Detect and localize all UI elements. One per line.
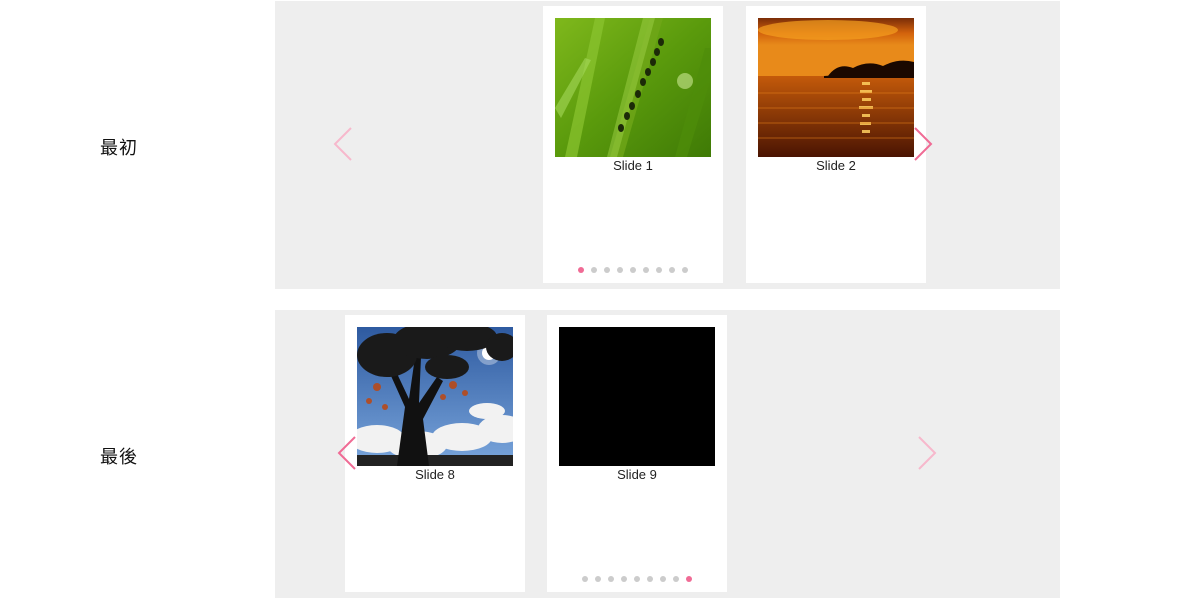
- next-arrow-button[interactable]: [911, 126, 933, 162]
- prev-arrow-button[interactable]: [333, 126, 355, 162]
- pagination-dot[interactable]: [604, 267, 610, 273]
- pagination-dot[interactable]: [578, 267, 584, 273]
- pagination-dot[interactable]: [643, 267, 649, 273]
- slide-image: [555, 18, 711, 157]
- chevron-left-icon: [333, 127, 352, 161]
- pagination-dot[interactable]: [682, 267, 688, 273]
- pagination-dot[interactable]: [595, 576, 601, 582]
- pagination-dot[interactable]: [656, 267, 662, 273]
- carousel-stage: Slide 1 Slide 2: [275, 1, 1060, 289]
- pagination-dot[interactable]: [608, 576, 614, 582]
- next-arrow-button[interactable]: [915, 435, 937, 471]
- carousel-row-first: 最初 Slide 1 Slide 2: [0, 0, 1200, 290]
- pagination-dot[interactable]: [582, 576, 588, 582]
- carousel-row-last: 最後 Slide 8 Slide 9: [0, 309, 1200, 599]
- slide-caption: Slide 2: [816, 158, 856, 173]
- pagination-dot[interactable]: [686, 576, 692, 582]
- slide-card[interactable]: Slide 1: [543, 6, 723, 283]
- row-label-first: 最初: [100, 138, 138, 158]
- pagination-dots: [543, 267, 723, 275]
- slide-card[interactable]: Slide 2: [746, 6, 926, 283]
- slide-card[interactable]: Slide 9: [547, 315, 727, 592]
- slide-image: [758, 18, 914, 157]
- pagination-dot[interactable]: [630, 267, 636, 273]
- carousel-stage: Slide 8 Slide 9: [275, 310, 1060, 598]
- pagination-dot[interactable]: [647, 576, 653, 582]
- slide-caption: Slide 9: [617, 467, 657, 482]
- pagination-dot[interactable]: [669, 267, 675, 273]
- pagination-dot[interactable]: [621, 576, 627, 582]
- pagination-dot[interactable]: [617, 267, 623, 273]
- slide-image: [357, 327, 513, 466]
- pagination-dot[interactable]: [591, 267, 597, 273]
- pagination-dot[interactable]: [634, 576, 640, 582]
- chevron-left-icon: [337, 436, 356, 470]
- pagination-dots: [547, 576, 727, 584]
- pagination-dot[interactable]: [673, 576, 679, 582]
- slide-image: [559, 327, 715, 466]
- prev-arrow-button[interactable]: [337, 435, 359, 471]
- chevron-right-icon: [918, 436, 937, 470]
- slide-caption: Slide 8: [415, 467, 455, 482]
- slide-caption: Slide 1: [613, 158, 653, 173]
- slide-card[interactable]: Slide 8: [345, 315, 525, 592]
- chevron-right-icon: [914, 127, 933, 161]
- pagination-dot[interactable]: [660, 576, 666, 582]
- row-label-last: 最後: [100, 447, 138, 467]
